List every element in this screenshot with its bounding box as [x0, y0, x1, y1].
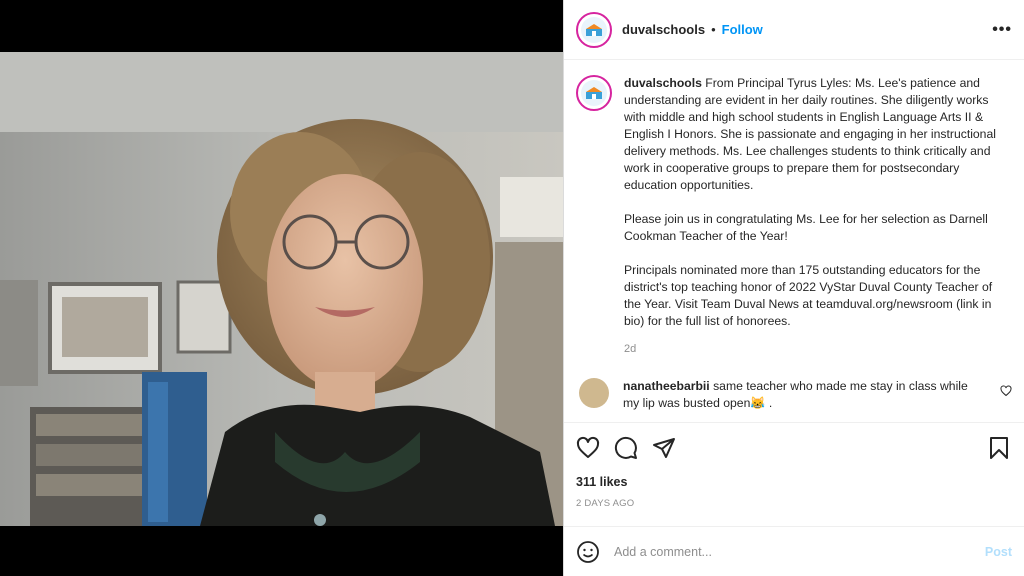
emoji-icon[interactable]	[576, 540, 600, 564]
post-comment-button[interactable]: Post	[985, 545, 1012, 559]
caption-body: duvalschools From Principal Tyrus Lyles:…	[624, 75, 1012, 358]
comment-icon[interactable]	[614, 436, 638, 460]
comment-item: nanatheebarbii same teacher who made me …	[576, 378, 1012, 412]
caption-paragraph-3: Principals nominated more than 175 outst…	[624, 263, 993, 328]
commenter-username[interactable]: nanatheebarbii	[623, 379, 710, 393]
commenter-avatar[interactable]	[579, 378, 609, 408]
separator-dot: •	[711, 22, 716, 37]
school-logo-icon	[581, 80, 607, 106]
school-logo-icon	[581, 16, 607, 43]
comment-input[interactable]: Add a comment...	[614, 545, 985, 559]
bookmark-icon[interactable]	[988, 436, 1010, 460]
comment-like-heart-icon[interactable]	[1000, 384, 1012, 402]
comments-section[interactable]: duvalschools From Principal Tyrus Lyles:…	[564, 61, 1024, 421]
heart-icon[interactable]	[576, 436, 600, 460]
caption-text-1: From Principal Tyrus Lyles: Ms. Lee's pa…	[624, 76, 996, 192]
caption-paragraph-2: Please join us in congratulating Ms. Lee…	[624, 212, 988, 243]
share-icon[interactable]	[652, 436, 676, 460]
header-username[interactable]: duvalschools	[622, 22, 705, 37]
action-bar: 311 likes 2 DAYS AGO	[564, 422, 1024, 509]
add-comment-bar: Add a comment... Post	[564, 526, 1024, 576]
caption: duvalschools From Principal Tyrus Lyles:…	[576, 75, 1012, 358]
caption-paragraph-1: duvalschools From Principal Tyrus Lyles:…	[624, 75, 1012, 194]
action-icons	[576, 435, 1012, 461]
like-count[interactable]: 311 likes	[576, 475, 1012, 489]
post-panel: duvalschools • Follow ••• duvalschools F…	[563, 0, 1024, 576]
post-photo[interactable]	[0, 52, 563, 526]
post-header: duvalschools • Follow •••	[564, 0, 1024, 60]
follow-button[interactable]: Follow	[722, 22, 763, 37]
media-area	[0, 0, 563, 576]
instagram-post-viewer: duvalschools • Follow ••• duvalschools F…	[0, 0, 1024, 576]
account-avatar[interactable]	[576, 11, 612, 48]
caption-timestamp[interactable]: 2d	[624, 341, 1012, 358]
post-date[interactable]: 2 DAYS AGO	[576, 498, 1012, 509]
more-options-icon[interactable]: •••	[992, 21, 1012, 39]
comment-text: nanatheebarbii same teacher who made me …	[623, 378, 983, 412]
caption-avatar[interactable]	[576, 75, 612, 111]
caption-username[interactable]: duvalschools	[624, 76, 702, 90]
